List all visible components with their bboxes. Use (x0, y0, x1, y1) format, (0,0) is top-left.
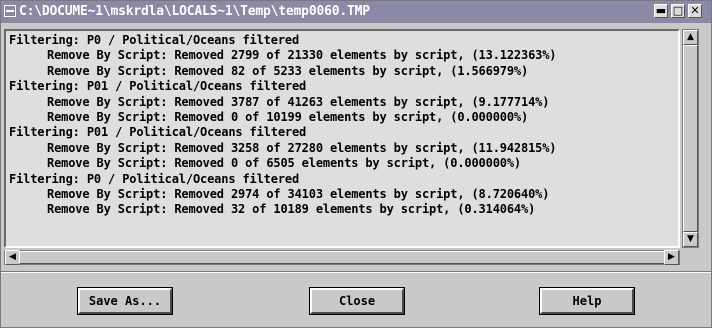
log-filter-line: Filtering: P0 / Political/Oceans filtere… (9, 33, 300, 47)
log-detail-line: Remove By Script: Removed 2799 of 21330 … (47, 48, 557, 63)
scroll-right-arrow-icon[interactable]: ▶ (664, 250, 679, 265)
log-detail-line: Remove By Script: Removed 3787 of 41263 … (47, 94, 550, 109)
log-text-area[interactable]: Filtering: P0 / Political/Oceans filtere… (4, 29, 680, 248)
close-window-button[interactable]: ✕ (688, 4, 702, 18)
log-filter-line: Filtering: P0 / Political/Oceans filtere… (9, 171, 300, 186)
log-filter-line: Filtering: P01 / Political/Oceans filter… (9, 125, 307, 140)
maximize-button[interactable]: □ (671, 4, 685, 18)
scroll-up-arrow-icon[interactable]: ▲ (683, 30, 698, 45)
log-content: Filtering: P0 / Political/Oceans filtere… (9, 33, 557, 218)
help-button[interactable]: Help (539, 287, 635, 315)
minimize-button[interactable]: ▬ (654, 4, 668, 18)
window-title: C:\DOCUME~1\mskrdla\LOCALS~1\Temp\temp00… (19, 4, 370, 19)
vertical-scrollbar[interactable]: ▲ ▼ (682, 29, 699, 248)
log-detail-line: Remove By Script: Removed 0 of 10199 ele… (47, 109, 529, 124)
horizontal-scrollbar[interactable]: ◀ ▶ (4, 250, 680, 265)
log-detail-line: Remove By Script: Removed 0 of 6505 elem… (47, 156, 521, 171)
vertical-scroll-thumb[interactable] (683, 45, 698, 232)
log-detail-line: Remove By Script: Removed 82 of 5233 ele… (47, 63, 529, 78)
log-window: C:\DOCUME~1\mskrdla\LOCALS~1\Temp\temp00… (0, 0, 712, 328)
system-menu-icon[interactable] (4, 5, 16, 17)
close-button[interactable]: Close (309, 287, 405, 315)
log-detail-line: Remove By Script: Removed 2974 of 34103 … (47, 186, 550, 201)
log-detail-line: Remove By Script: Removed 32 of 10189 el… (47, 202, 536, 217)
save-as-button[interactable]: Save As... (77, 287, 173, 315)
scroll-down-arrow-icon[interactable]: ▼ (683, 232, 698, 247)
title-bar[interactable]: C:\DOCUME~1\mskrdla\LOCALS~1\Temp\temp00… (1, 1, 711, 23)
log-filter-line: Filtering: P01 / Political/Oceans filter… (9, 79, 307, 94)
scroll-left-arrow-icon[interactable]: ◀ (5, 250, 20, 265)
horizontal-scroll-thumb[interactable] (19, 251, 665, 264)
log-detail-line: Remove By Script: Removed 3258 of 27280 … (47, 140, 557, 155)
divider (1, 271, 711, 273)
